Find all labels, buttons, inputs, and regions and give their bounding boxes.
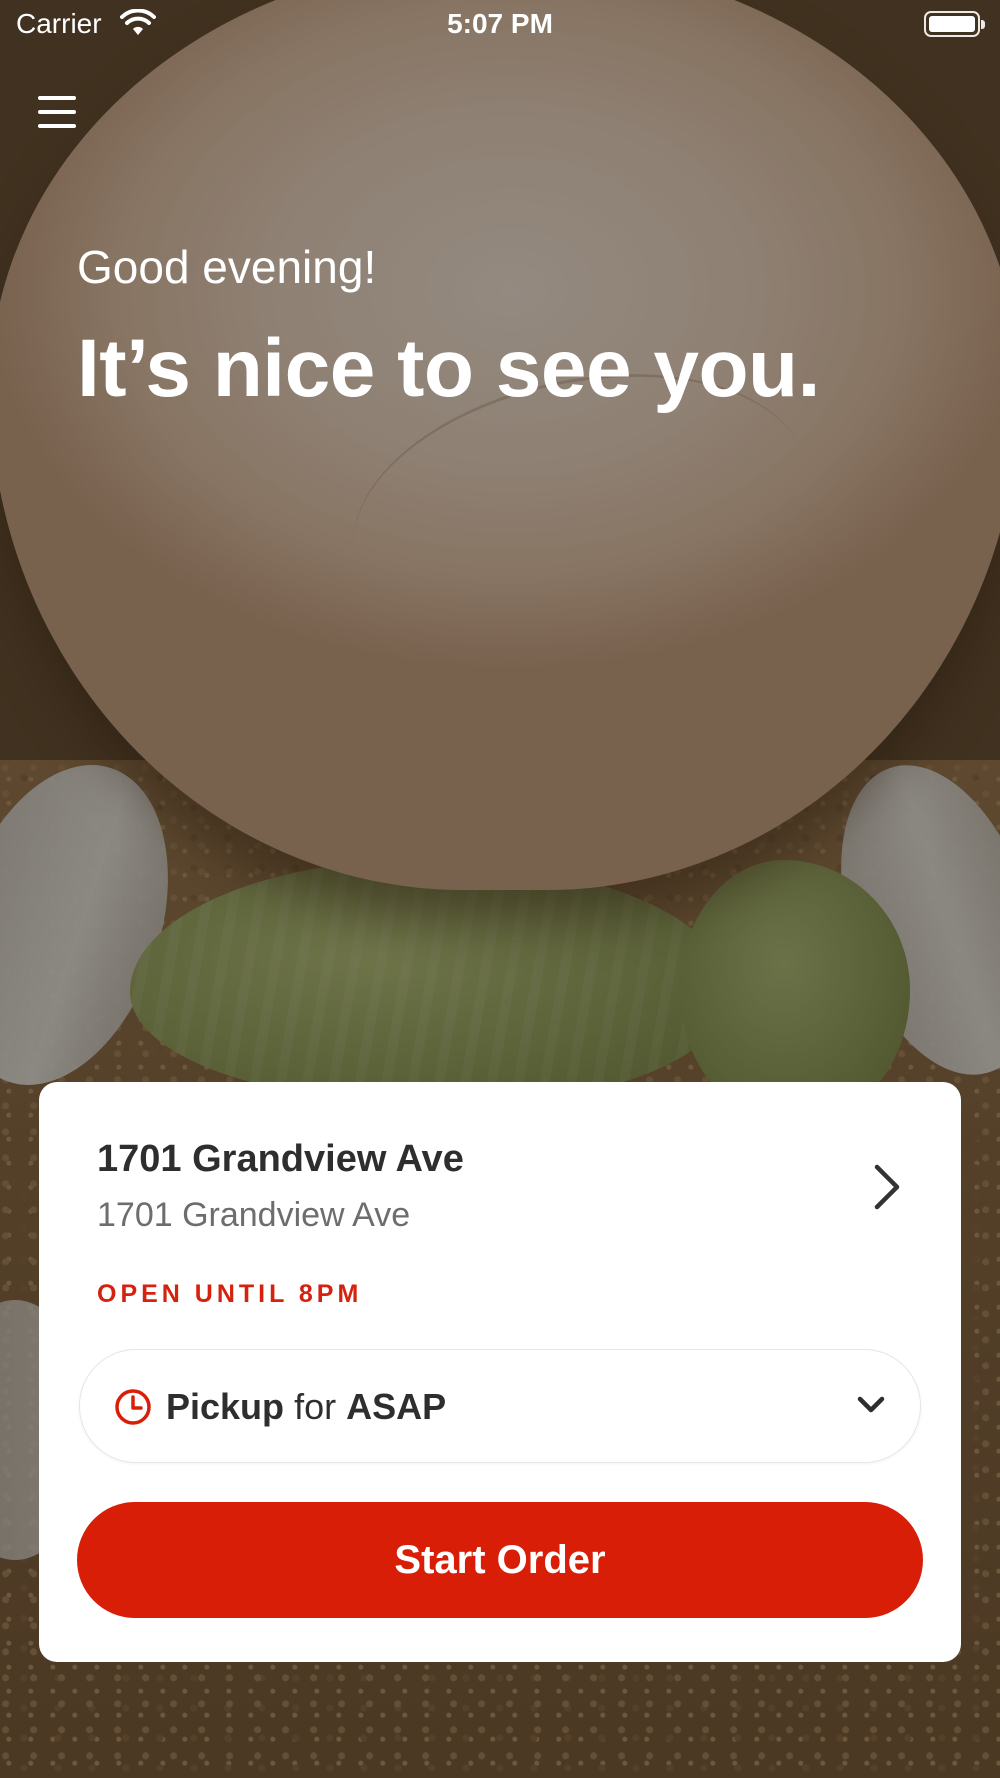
status-bar: Carrier 5:07 PM [0,0,1000,50]
greeting-text: Good evening! [77,241,377,293]
chevron-right-icon [874,1164,900,1210]
clock-icon [115,1389,151,1425]
store-name: 1701 Grandview Ave [97,1138,464,1180]
store-address: 1701 Grandview Ave [97,1196,411,1234]
order-connector: for [294,1386,337,1427]
hamburger-menu-icon[interactable] [30,90,86,136]
headline-text: It’s nice to see you. [77,323,820,414]
order-time: ASAP [346,1386,447,1427]
order-type-text: Pickup for ASAP [166,1386,446,1428]
battery-fill [929,16,975,32]
store-selector[interactable]: 1701 Grandview Ave 1701 Grandview Ave [39,1082,961,1252]
battery-icon [924,11,985,37]
store-hours: OPEN UNTIL 8PM [97,1280,363,1308]
location-card: 1701 Grandview Ave 1701 Grandview Ave OP… [39,1082,961,1662]
status-time: 5:07 PM [447,8,553,39]
start-order-button[interactable]: Start Order [77,1502,923,1618]
chevron-down-icon [857,1396,885,1413]
order-mode: Pickup [166,1386,285,1427]
order-type-dropdown[interactable]: Pickup for ASAP [79,1349,921,1463]
